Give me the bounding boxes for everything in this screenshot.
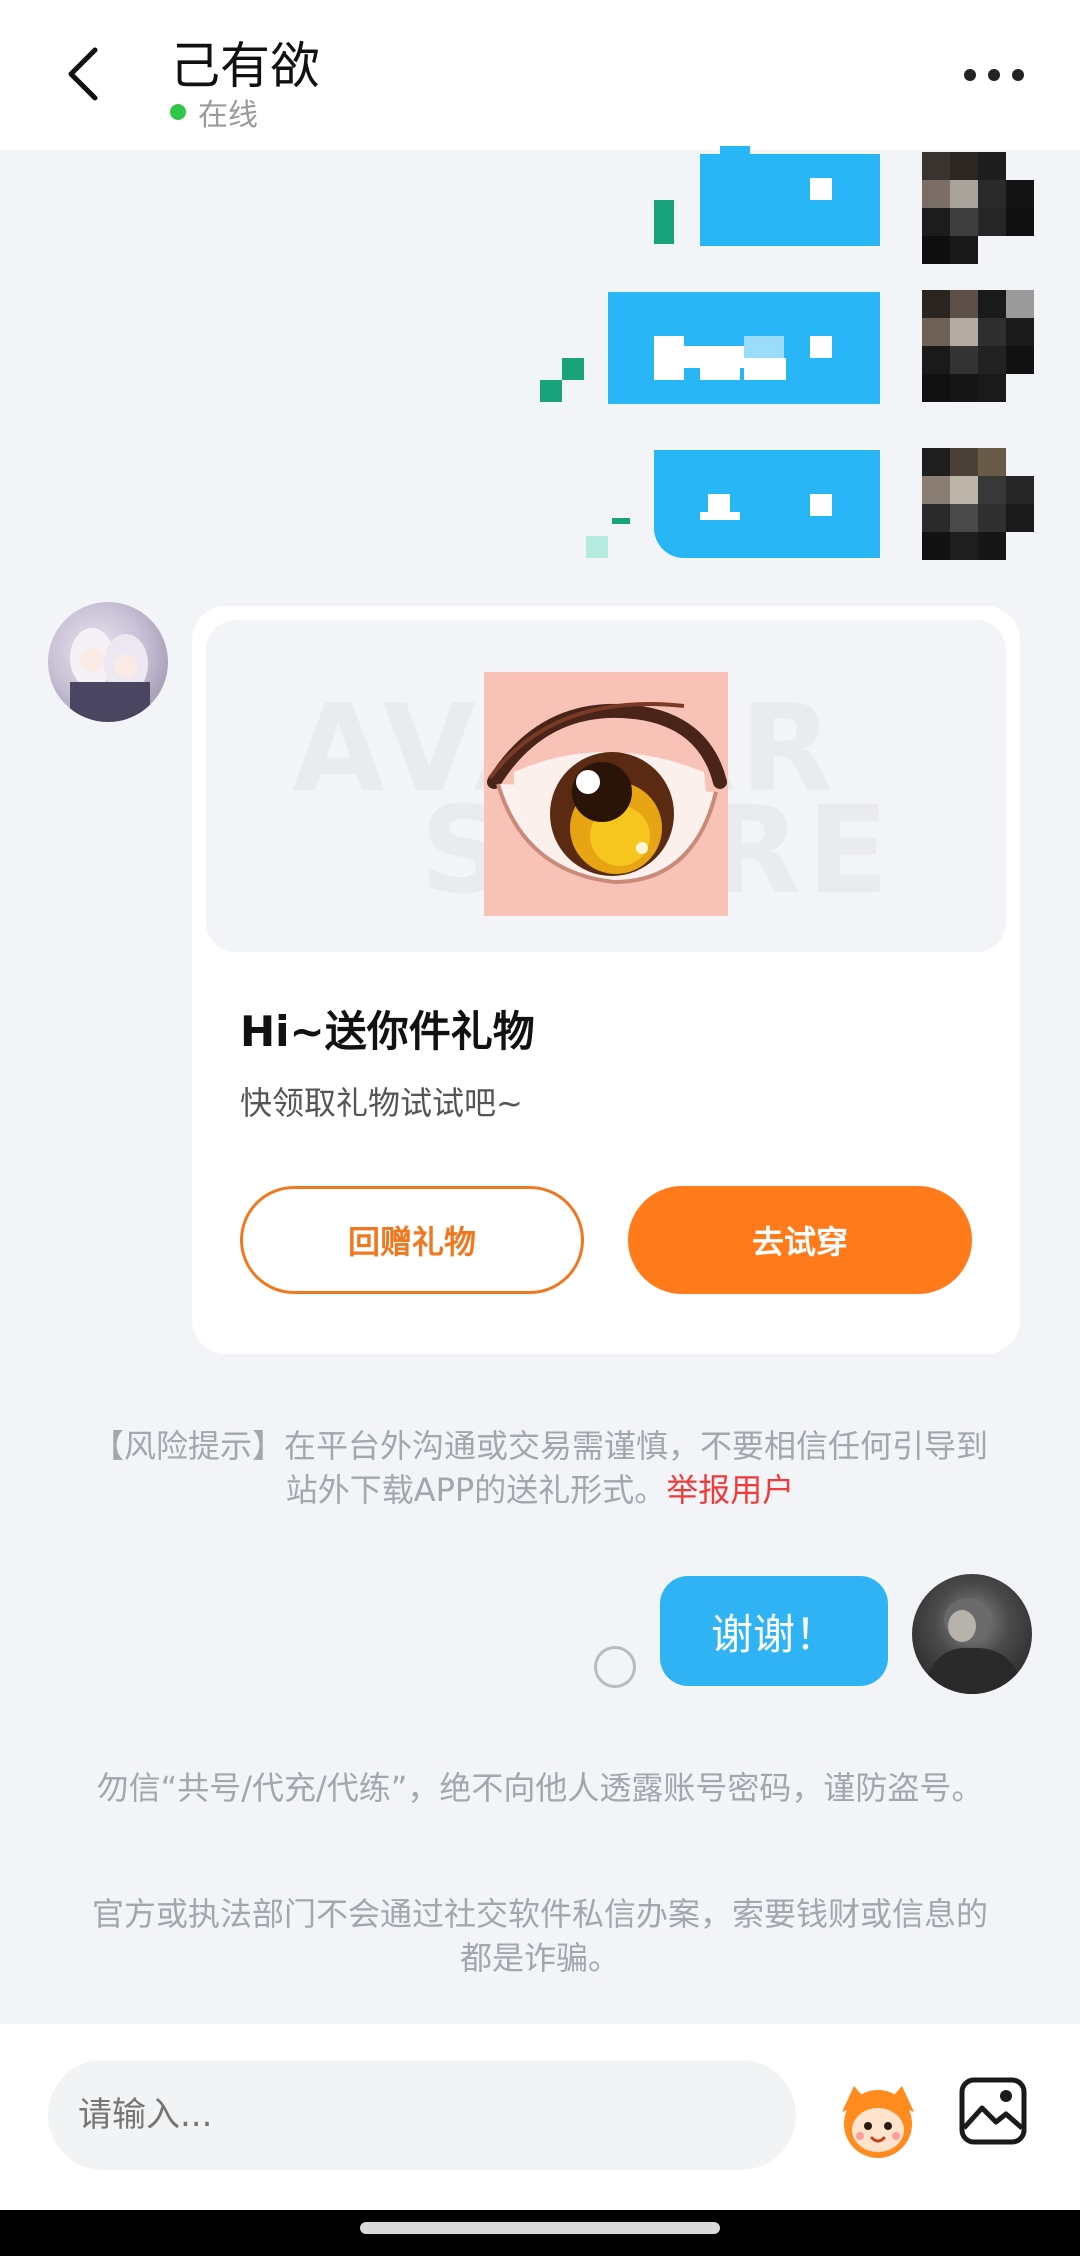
gift-subtitle: 快领取礼物试试吧~	[240, 1084, 523, 1122]
message-input[interactable]	[48, 2060, 796, 2170]
try-on-button[interactable]: 去试穿	[628, 1186, 972, 1294]
message-input-bar	[0, 2024, 1080, 2210]
more-options-button[interactable]	[964, 60, 1024, 90]
risk-notice-text: 【风险提示】在平台外沟通或交易需谨慎，不要相信任何引导到站外下载APP的送礼形式…	[91, 1427, 988, 1509]
chat-title: 己有欲	[170, 37, 320, 95]
online-status: 在线	[170, 90, 258, 134]
sticker-mascot-icon	[842, 2086, 914, 2158]
my-avatar[interactable]	[912, 1574, 1032, 1694]
chat-header: 己有欲 在线	[0, 0, 1080, 150]
gift-card[interactable]: AVATAR STORE Hi~送你件礼物 快领取礼物试试吧~ 回赠礼物 去试穿	[192, 606, 1020, 1354]
sender-avatar[interactable]	[48, 602, 168, 722]
anti-theft-notice: 勿信“共号/代充/代练”，绝不向他人透露账号密码，谨防盗号。	[96, 1769, 984, 1807]
online-dot-icon	[170, 104, 186, 120]
back-button[interactable]	[58, 44, 108, 104]
return-gift-button[interactable]: 回赠礼物	[240, 1186, 584, 1294]
home-indicator[interactable]	[360, 2222, 720, 2234]
gift-preview: AVATAR STORE	[206, 620, 1006, 952]
image-button[interactable]	[958, 2076, 1028, 2146]
risk-notice: 【风险提示】在平台外沟通或交易需谨慎，不要相信任何引导到站外下载APP的送礼形式…	[80, 1424, 1000, 1512]
sticker-button[interactable]	[832, 2072, 924, 2164]
gift-title: Hi~送你件礼物	[240, 1007, 535, 1056]
pixelated-avatar-1	[922, 152, 1034, 264]
more-dots-icon	[964, 69, 976, 81]
image-icon	[959, 2077, 1027, 2145]
pixelated-avatar-2	[922, 290, 1034, 402]
pixelated-avatar-3	[922, 448, 1034, 560]
chevron-left-icon	[68, 47, 98, 101]
anti-fraud-notice: 官方或执法部门不会通过社交软件私信办案，索要钱财或信息的都是诈骗。	[91, 1895, 988, 1977]
online-status-label: 在线	[198, 98, 258, 133]
gift-item-image	[484, 672, 728, 916]
report-user-link[interactable]: 举报用户	[666, 1471, 794, 1509]
sending-status-icon	[594, 1646, 636, 1688]
outgoing-message-bubble[interactable]: 谢谢！	[660, 1576, 888, 1686]
